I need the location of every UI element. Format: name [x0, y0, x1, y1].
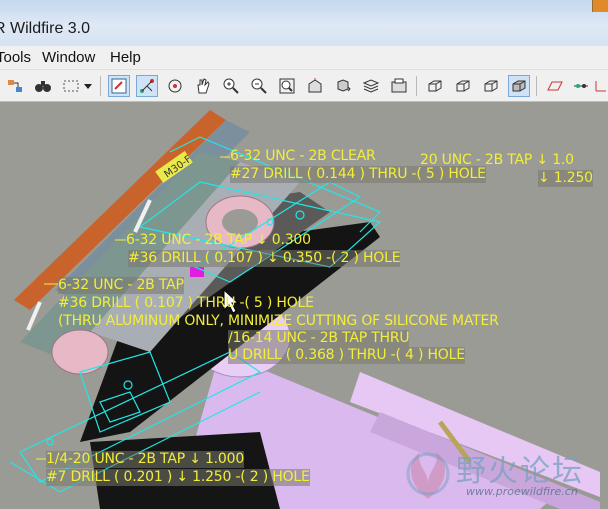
watermark-url: www.proewildfire.cn — [466, 485, 578, 498]
no-hidden-icon[interactable] — [480, 75, 502, 97]
menu-window[interactable]: Window — [42, 49, 95, 66]
binoculars-icon[interactable] — [32, 75, 54, 97]
annotation-tap-line2[interactable]: ↓ 1.250 — [538, 170, 593, 187]
annotation-tap-thru-line1[interactable]: /16-14 UNC - 2B TAP THRU — [228, 330, 410, 347]
title-bar-accent — [592, 0, 608, 12]
menu-bar: Tools Window Help — [0, 46, 608, 70]
annotation-tap5-line3[interactable]: (THRU ALUMINUM ONLY, MINIMIZE CUTTING OF… — [58, 313, 499, 330]
annotation-tap-thru-line2[interactable]: U DRILL ( 0.368 ) THRU -( 4 ) HOLE — [228, 347, 465, 364]
sketch-view-icon[interactable] — [108, 75, 130, 97]
annotation-tap5-line2[interactable]: #36 DRILL ( 0.107 ) THRU -( 5 ) HOLE — [58, 295, 314, 312]
datum-axis-icon[interactable] — [136, 75, 158, 97]
zoom-in-icon[interactable] — [220, 75, 242, 97]
title-bar: R Wildfire 3.0 — [0, 0, 608, 46]
datum-plane-icon[interactable] — [544, 75, 566, 97]
menu-help[interactable]: Help — [110, 49, 141, 66]
annotation-tap5-line1[interactable]: 6-32 UNC - 2B TAP — [58, 277, 184, 294]
csys-icon[interactable] — [594, 75, 608, 97]
shaded-icon[interactable] — [508, 75, 530, 97]
annotation-tap300-line1[interactable]: 6-32 UNC - 2B TAP ↓ 0.300 — [126, 232, 311, 249]
annotation-tap-line1[interactable]: 20 UNC - 2B TAP ↓ 1.0 — [420, 152, 574, 169]
menu-tools[interactable]: Tools — [0, 49, 31, 66]
hidden-line-icon[interactable] — [452, 75, 474, 97]
spin-center-icon[interactable] — [164, 75, 186, 97]
toolbar-separator — [536, 76, 537, 96]
refit-icon[interactable] — [276, 75, 298, 97]
annotation-quarter-line1[interactable]: 1/4-20 UNC - 2B TAP ↓ 1.000 — [46, 451, 244, 468]
watermark: 野火论坛 www.proewildfire.cn — [396, 438, 608, 509]
annotation-quarter-line2[interactable]: #7 DRILL ( 0.201 ) ↓ 1.250 -( 2 ) HOLE — [46, 469, 310, 486]
regenerate-icon[interactable] — [4, 75, 26, 97]
wireframe-icon[interactable] — [424, 75, 446, 97]
layers-icon[interactable] — [360, 75, 382, 97]
watermark-logo-icon — [406, 452, 450, 499]
zoom-out-icon[interactable] — [248, 75, 270, 97]
display-style-icon[interactable] — [388, 75, 410, 97]
toolbar-separator — [416, 76, 417, 96]
toolbar — [0, 70, 608, 102]
annotation-tap300-line2[interactable]: #36 DRILL ( 0.107 ) ↓ 0.350 -( 2 ) HOLE — [128, 250, 401, 267]
pan-hand-icon[interactable] — [192, 75, 214, 97]
select-box-icon[interactable] — [60, 75, 82, 97]
orient-icon[interactable] — [304, 75, 326, 97]
pink-ring-lower — [51, 329, 109, 375]
watermark-text: 野火论坛 — [456, 454, 584, 489]
datum-point-icon[interactable] — [570, 75, 592, 97]
window-title: R Wildfire 3.0 — [0, 20, 91, 37]
annotation-clear-line1[interactable]: 6-32 UNC - 2B CLEAR — [230, 148, 376, 165]
dropdown-arrow-icon[interactable] — [82, 75, 94, 97]
toolbar-separator — [100, 76, 101, 96]
saved-views-icon[interactable] — [332, 75, 354, 97]
